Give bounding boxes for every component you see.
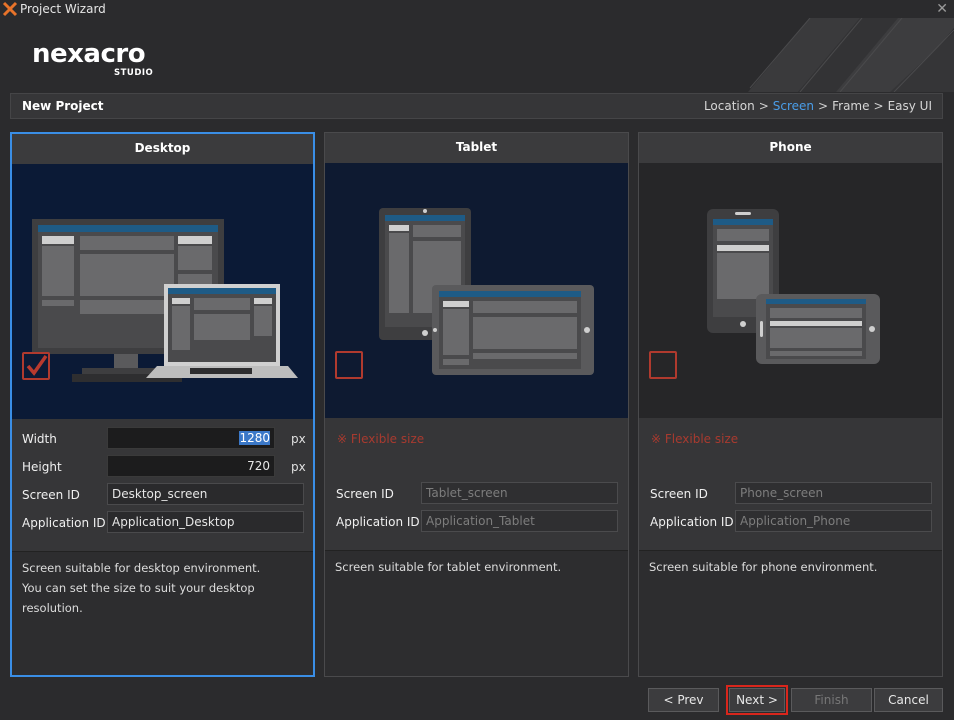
breadcrumb-separator: > <box>873 99 884 113</box>
screen-id-label: Screen ID <box>336 487 394 501</box>
tablet-description: Screen suitable for tablet environment. <box>335 557 618 577</box>
page-title: New Project <box>22 99 104 113</box>
desktop-description: Screen suitable for desktop environment.… <box>22 558 303 618</box>
desktop-desc-line1: Screen suitable for desktop environment. <box>22 561 261 575</box>
tablet-checkbox[interactable] <box>335 351 363 379</box>
step-location: Location <box>703 99 755 113</box>
width-unit: px <box>291 432 306 446</box>
title-bar: Project Wizard ✕ <box>0 0 954 18</box>
width-input[interactable]: 1280 <box>107 427 275 449</box>
breadcrumb-separator: > <box>818 99 829 113</box>
phone-checkbox[interactable] <box>649 351 677 379</box>
step-easy-ui: Easy UI <box>887 99 932 113</box>
desktop-panel-title: Desktop <box>12 134 313 165</box>
checkmark-icon <box>26 354 48 376</box>
decorative-stripes <box>748 18 954 92</box>
screen-id-label: Screen ID <box>650 487 708 501</box>
window-title: Project Wizard <box>20 2 106 16</box>
desktop-checkbox[interactable] <box>22 352 50 380</box>
height-input[interactable]: 720 <box>107 455 275 477</box>
application-id-label: Application ID <box>336 515 420 529</box>
width-label: Width <box>22 432 57 446</box>
tablet-panel[interactable]: Tablet ※ Flexible size Screen ID Tablet_… <box>324 132 629 677</box>
breadcrumb-separator: > <box>758 99 769 113</box>
prev-button[interactable]: < Prev <box>648 688 719 712</box>
phone-illustration <box>639 163 942 418</box>
logo-studio: STUDIO <box>114 68 154 78</box>
step-screen: Screen <box>772 99 815 113</box>
desktop-form: Width 1280 px Height 720 px Screen ID De… <box>12 419 313 552</box>
desktop-devices-icon <box>32 219 298 382</box>
tablet-form: ※ Flexible size Screen ID Tablet_screen … <box>325 418 628 551</box>
desktop-panel[interactable]: Desktop Width 1280 px Height 720 px Scre… <box>10 132 315 677</box>
phone-panel-title: Phone <box>639 133 942 164</box>
tablet-illustration <box>325 163 628 418</box>
tablet-screen-id-input[interactable]: Tablet_screen <box>421 482 618 504</box>
screen-id-label: Screen ID <box>22 488 80 502</box>
phone-desc-line1: Screen suitable for phone environment. <box>649 560 878 574</box>
breadcrumb: Location > Screen > Frame > Easy UI <box>704 94 932 118</box>
application-id-label: Application ID <box>22 516 106 530</box>
application-id-label: Application ID <box>650 515 734 529</box>
finish-button[interactable]: Finish <box>791 688 872 712</box>
phone-application-id-input[interactable]: Application_Phone <box>735 510 932 532</box>
tablet-devices-icon <box>379 208 594 375</box>
phone-flexible-size: ※ Flexible size <box>651 432 739 446</box>
height-unit: px <box>291 460 306 474</box>
step-bar: New Project Location > Screen > Frame > Easy U… <box>10 93 943 119</box>
phone-form: ※ Flexible size Screen ID Phone_screen A… <box>639 418 942 551</box>
tablet-desc-line1: Screen suitable for tablet environment. <box>335 560 562 574</box>
phone-panel[interactable]: Phone ※ Flexible size Screen ID Phone_sc… <box>638 132 943 677</box>
app-icon <box>2 1 18 17</box>
cancel-button[interactable]: Cancel <box>874 688 943 712</box>
screen-id-input[interactable]: Desktop_screen <box>107 483 304 505</box>
application-id-input[interactable]: Application_Desktop <box>107 511 304 533</box>
tablet-application-id-input[interactable]: Application_Tablet <box>421 510 618 532</box>
height-label: Height <box>22 460 62 474</box>
phone-screen-id-input[interactable]: Phone_screen <box>735 482 932 504</box>
next-button[interactable]: Next > <box>726 685 788 715</box>
width-value: 1280 <box>239 431 270 445</box>
tablet-panel-title: Tablet <box>325 133 628 164</box>
nexacro-logo: nexacro STUDIO <box>32 39 153 78</box>
phone-devices-icon <box>707 209 880 364</box>
step-frame: Frame <box>832 99 870 113</box>
desktop-illustration <box>12 164 313 419</box>
close-icon[interactable]: ✕ <box>936 0 948 18</box>
tablet-flexible-size: ※ Flexible size <box>337 432 425 446</box>
phone-description: Screen suitable for phone environment. <box>649 557 932 577</box>
logo-brand: nexacro <box>32 39 146 69</box>
desktop-desc-line2: You can set the size to suit your deskto… <box>22 581 255 615</box>
